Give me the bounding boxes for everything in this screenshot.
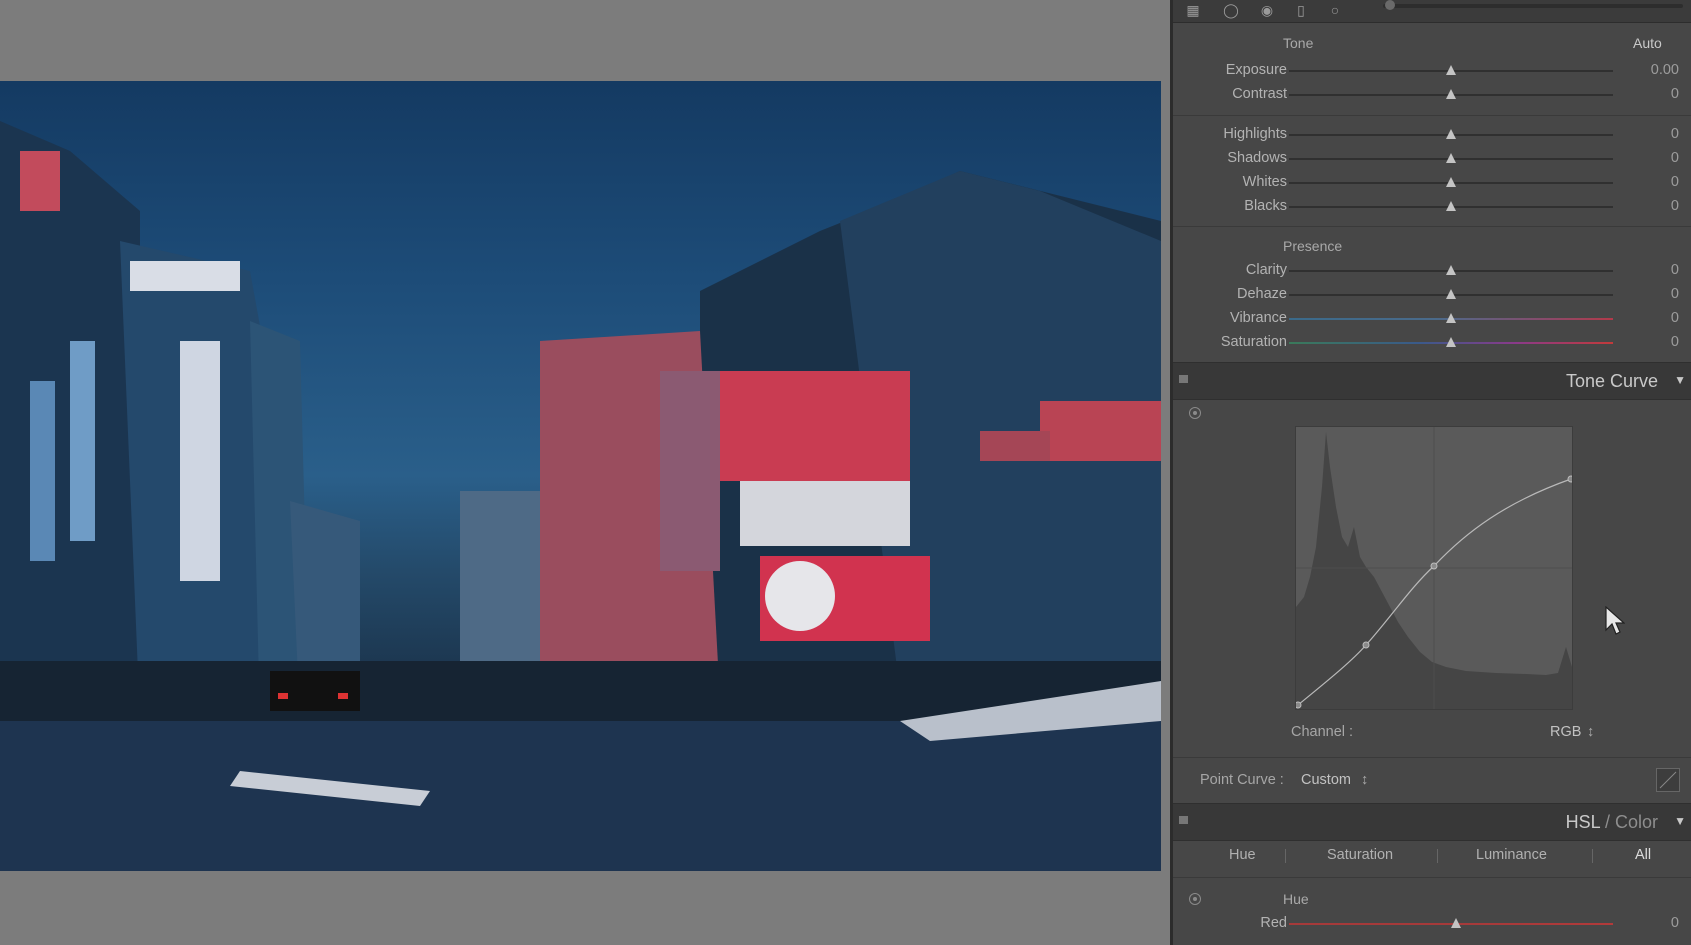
slider-value[interactable]: 0	[1671, 915, 1679, 931]
spot-removal-icon[interactable]: ◉	[1259, 2, 1275, 18]
slider-value[interactable]: 0	[1671, 262, 1679, 278]
channel-select-caret[interactable]: ↕	[1587, 724, 1594, 740]
slider-knob[interactable]	[1446, 89, 1456, 99]
title-separator: /	[1599, 812, 1615, 832]
tool-strip: ▦ ◯ ◉ ▯ ○	[1173, 0, 1691, 23]
slider-label: Contrast	[1232, 86, 1287, 102]
slider-value[interactable]: 0.00	[1651, 62, 1679, 78]
photo-image	[0, 121, 1161, 871]
tone-curve-title: Tone Curve	[1565, 371, 1658, 391]
channel-select[interactable]: RGB	[1550, 724, 1581, 740]
auto-button[interactable]: Auto	[1633, 35, 1662, 51]
color-tab-title[interactable]: Color	[1615, 812, 1658, 832]
slider-knob[interactable]	[1446, 265, 1456, 275]
point-curve-label: Point Curve :	[1200, 772, 1284, 788]
pointer-cursor-icon	[1605, 606, 1625, 635]
tab-saturation[interactable]: Saturation	[1327, 847, 1393, 863]
slider-knob[interactable]	[1446, 153, 1456, 163]
slider-value[interactable]: 0	[1671, 174, 1679, 190]
panel-toggle-icon[interactable]	[1179, 816, 1188, 824]
red-hue-slider-row[interactable]: Red 0	[1173, 913, 1691, 935]
slider-label: Exposure	[1225, 62, 1287, 78]
divider	[1173, 115, 1691, 116]
slider-knob[interactable]	[1446, 177, 1456, 187]
slider-value[interactable]: 0	[1671, 150, 1679, 166]
crop-icon[interactable]: ◯	[1223, 2, 1239, 18]
panel-toggle-icon[interactable]	[1179, 375, 1188, 383]
collapse-triangle-icon[interactable]: ▼	[1674, 814, 1686, 828]
slider-value[interactable]: 0	[1671, 198, 1679, 214]
slider-label: Whites	[1242, 174, 1287, 190]
tab-divider	[1437, 849, 1438, 863]
dehaze-slider-row[interactable]: Dehaze 0	[1173, 284, 1691, 306]
tone-curve-graph[interactable]	[1294, 426, 1575, 710]
tab-luminance[interactable]: Luminance	[1476, 847, 1547, 863]
tone-section-label: Tone	[1283, 35, 1314, 51]
whites-slider-row[interactable]: Whites 0	[1173, 172, 1691, 194]
slider-value[interactable]: 0	[1671, 286, 1679, 302]
hsl-tab-title[interactable]: HSL	[1566, 812, 1600, 832]
strip-slider[interactable]	[1383, 4, 1683, 8]
exposure-slider-row[interactable]: Exposure 0.00	[1173, 60, 1691, 82]
slider-label: Vibrance	[1230, 310, 1287, 326]
vibrance-slider-row[interactable]: Vibrance 0	[1173, 308, 1691, 330]
slider-label: Dehaze	[1237, 286, 1287, 302]
clarity-slider-row[interactable]: Clarity 0	[1173, 260, 1691, 282]
develop-panel: ▦ ◯ ◉ ▯ ○ Tone Auto Exposure 0.00 Contra…	[1170, 0, 1691, 945]
slider-label: Blacks	[1244, 198, 1287, 214]
divider	[1173, 877, 1691, 878]
slider-label: Highlights	[1223, 126, 1287, 142]
hsl-tabs: Hue Saturation Luminance All	[1173, 838, 1691, 874]
tab-divider	[1285, 849, 1286, 863]
contrast-slider-row[interactable]: Contrast 0	[1173, 84, 1691, 106]
divider	[1173, 757, 1691, 758]
tab-all[interactable]: All	[1635, 847, 1651, 863]
saturation-slider-row[interactable]: Saturation 0	[1173, 332, 1691, 354]
slider-knob[interactable]	[1451, 918, 1461, 928]
slider-value[interactable]: 0	[1671, 126, 1679, 142]
hsl-color-title: HSL / Color	[1566, 812, 1658, 833]
blacks-slider-row[interactable]: Blacks 0	[1173, 196, 1691, 218]
slider-knob[interactable]	[1446, 129, 1456, 139]
slider-knob[interactable]	[1446, 337, 1456, 347]
divider	[1173, 226, 1691, 227]
slider-label: Saturation	[1220, 334, 1287, 350]
slider-label: Red	[1260, 915, 1287, 931]
slider-label: Clarity	[1245, 262, 1287, 278]
slider-knob[interactable]	[1446, 201, 1456, 211]
redeye-icon[interactable]: ▯	[1293, 2, 1309, 18]
slider-label: Shadows	[1227, 150, 1287, 166]
curve-edit-icon	[1659, 771, 1677, 789]
point-curve-caret[interactable]: ↕	[1361, 772, 1368, 788]
curve-edit-button[interactable]	[1656, 768, 1680, 792]
tab-divider	[1592, 849, 1593, 863]
photo-canvas	[0, 0, 1170, 945]
slider-value[interactable]: 0	[1671, 310, 1679, 326]
photo-preview[interactable]	[0, 81, 1161, 871]
slider-knob[interactable]	[1446, 289, 1456, 299]
radial-filter-icon[interactable]: ○	[1327, 2, 1343, 18]
channel-label: Channel :	[1291, 724, 1354, 740]
point-curve-select[interactable]: Custom	[1301, 772, 1351, 788]
slider-value[interactable]: 0	[1671, 86, 1679, 102]
tone-curve-header[interactable]: Tone Curve ▼	[1173, 362, 1691, 400]
presence-section-label: Presence	[1283, 238, 1343, 254]
highlights-slider-row[interactable]: Highlights 0	[1173, 124, 1691, 146]
slider-value[interactable]: 0	[1671, 334, 1679, 350]
hsl-color-header[interactable]: HSL / Color ▼	[1173, 803, 1691, 841]
collapse-triangle-icon[interactable]: ▼	[1674, 373, 1686, 387]
targeted-adjustment-icon[interactable]	[1189, 407, 1201, 419]
targeted-adjustment-icon[interactable]	[1189, 893, 1201, 905]
tab-hue[interactable]: Hue	[1229, 847, 1256, 863]
slider-knob[interactable]	[1446, 65, 1456, 75]
slider-knob[interactable]	[1446, 313, 1456, 323]
grid-icon[interactable]: ▦	[1185, 2, 1201, 18]
tone-curve-svg	[1294, 427, 1575, 709]
strip-slider-knob[interactable]	[1385, 0, 1395, 10]
hue-section-label: Hue	[1283, 891, 1309, 907]
shadows-slider-row[interactable]: Shadows 0	[1173, 148, 1691, 170]
